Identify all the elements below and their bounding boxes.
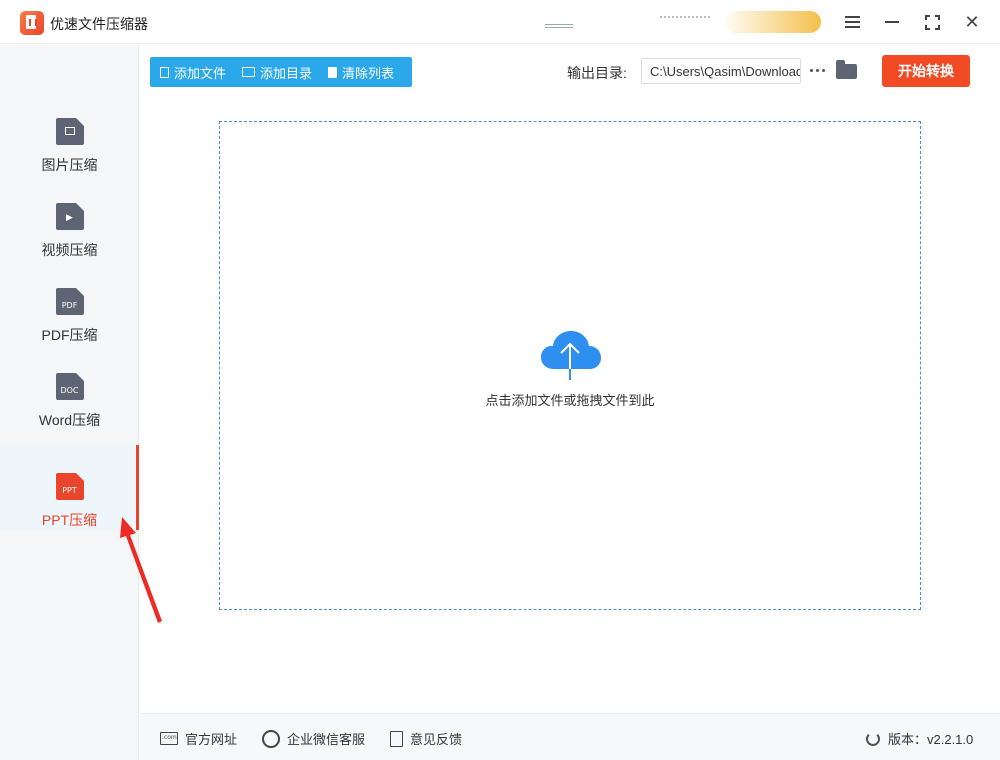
app-title: 优速文件压缩器 xyxy=(50,16,148,32)
titlebar-decoration-dots xyxy=(660,16,710,18)
sidebar-item-label: 视频压缩 xyxy=(41,242,98,258)
footer: 官方网址 企业微信客服 意见反馈 版本：v2.2.1.0 xyxy=(140,713,1000,760)
wechat-icon xyxy=(262,729,280,748)
add-file-button[interactable]: 添加文件 xyxy=(160,63,226,82)
close-icon[interactable]: ✕ xyxy=(961,11,983,33)
ppt-file-icon: PPT xyxy=(55,473,84,500)
drop-zone-hint: 点击添加文件或拖拽文件到此 xyxy=(485,393,655,408)
promo-banner[interactable] xyxy=(725,11,821,33)
sidebar-item-label: Word压缩 xyxy=(38,412,101,428)
app-logo-icon xyxy=(20,11,44,35)
open-folder-icon[interactable] xyxy=(836,60,858,80)
sidebar-item-label: 图片压缩 xyxy=(41,157,98,173)
feedback-icon xyxy=(390,730,403,747)
refresh-icon xyxy=(866,731,880,746)
output-path-field[interactable]: C:\Users\Qasim\Downloads xyxy=(641,58,801,84)
add-folder-label: 添加目录 xyxy=(260,65,313,81)
title-bar: 优速文件压缩器 ✕ xyxy=(0,0,1000,44)
sidebar-item-video-compress[interactable]: ▶ 视频压缩 xyxy=(0,175,139,260)
annotation-arrow xyxy=(120,517,162,623)
wechat-service-label: 企业微信客服 xyxy=(287,732,366,747)
clear-list-button[interactable]: 清除列表 xyxy=(328,63,394,82)
website-link[interactable]: 官方网址 xyxy=(160,729,237,748)
doc-file-icon: DOC xyxy=(55,373,84,400)
wechat-service-link[interactable]: 企业微信客服 xyxy=(262,729,365,748)
add-file-label: 添加文件 xyxy=(174,65,227,81)
sidebar-item-label: PDF压缩 xyxy=(41,327,98,343)
feedback-link[interactable]: 意见反馈 xyxy=(390,729,462,748)
output-dir-label: 输出目录: xyxy=(567,65,627,81)
trash-icon xyxy=(328,66,338,78)
file-drop-zone[interactable]: 点击添加文件或拖拽文件到此 xyxy=(219,121,921,610)
image-file-icon xyxy=(55,118,84,145)
video-file-icon: ▶ xyxy=(55,203,84,230)
sidebar-item-label: PPT压缩 xyxy=(41,512,98,528)
sidebar-item-word-compress[interactable]: DOC Word压缩 xyxy=(0,345,139,430)
file-icon xyxy=(160,66,169,78)
clear-list-label: 清除列表 xyxy=(342,65,395,81)
file-toolbar: 添加文件 添加目录 清除列表 xyxy=(150,57,412,87)
cloud-upload-icon xyxy=(541,331,601,380)
more-options-icon[interactable] xyxy=(806,57,828,83)
sidebar: 图片压缩 ▶ 视频压缩 PDF PDF压缩 DOC Word压缩 PPT PPT… xyxy=(0,45,139,760)
version-label: 版本：v2.2.1.0 xyxy=(888,732,974,747)
titlebar-decoration xyxy=(545,24,573,28)
add-folder-button[interactable]: 添加目录 xyxy=(242,63,312,82)
sidebar-item-image-compress[interactable]: 图片压缩 xyxy=(0,90,139,175)
website-icon xyxy=(160,732,178,745)
sidebar-item-pdf-compress[interactable]: PDF PDF压缩 xyxy=(0,260,139,345)
folder-icon xyxy=(242,67,256,77)
version-info[interactable]: 版本：v2.2.1.0 xyxy=(866,729,973,748)
maximize-icon[interactable] xyxy=(921,11,943,33)
feedback-label: 意见反馈 xyxy=(410,732,463,747)
minimize-icon[interactable] xyxy=(881,11,903,33)
start-convert-button[interactable]: 开始转换 xyxy=(882,55,970,87)
website-label: 官方网址 xyxy=(185,732,238,747)
menu-icon[interactable] xyxy=(841,11,863,33)
pdf-file-icon: PDF xyxy=(55,288,84,315)
